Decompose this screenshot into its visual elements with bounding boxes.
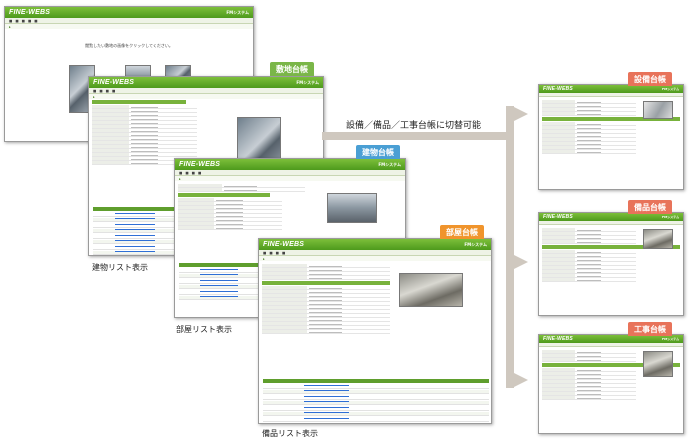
- system-name: FMシステム: [662, 87, 679, 91]
- app-logo: FINE-WEBS: [93, 79, 135, 86]
- construction-ledger-window: FINE-WEBS FMシステム: [538, 334, 684, 434]
- room-list[interactable]: [179, 263, 263, 300]
- window-header: FINE-WEBS FMシステム: [259, 239, 491, 250]
- building-photo: [327, 193, 377, 223]
- room-ledger-window: FINE-WEBS FMシステム ■ ■ ■ ■ ▸: [258, 238, 492, 424]
- building-list-caption: 建物リスト表示: [92, 263, 148, 272]
- window-header: FINE-WEBS FMシステム: [175, 159, 405, 170]
- system-name: FMシステム: [662, 215, 679, 219]
- window-header: FINE-WEBS FMシステム: [5, 7, 253, 18]
- switch-caption: 設備／備品／工事台帳に切替可能: [346, 121, 482, 131]
- app-logo: FINE-WEBS: [9, 9, 51, 16]
- app-logo: FINE-WEBS: [543, 214, 573, 220]
- room-list-caption: 部屋リスト表示: [176, 325, 232, 334]
- breadcrumb[interactable]: ▸: [259, 256, 491, 261]
- system-name: FMシステム: [226, 9, 249, 15]
- site-ledger-tag: 敷地台帳: [270, 62, 314, 76]
- window-header: FINE-WEBS FMシステム: [89, 77, 323, 88]
- building-list[interactable]: [93, 207, 181, 255]
- app-logo: FINE-WEBS: [543, 336, 573, 342]
- breadcrumb[interactable]: ▸: [89, 94, 323, 99]
- app-logo: FINE-WEBS: [179, 161, 221, 168]
- room-photo: [399, 273, 463, 307]
- building-ledger-tag: 建物台帳: [356, 145, 400, 159]
- breadcrumb[interactable]: ▸: [5, 24, 253, 29]
- system-name: FMシステム: [662, 337, 679, 341]
- fixture-ledger-window: FINE-WEBS FMシステム: [538, 212, 684, 316]
- system-name: FMシステム: [464, 241, 487, 247]
- app-logo: FINE-WEBS: [263, 241, 305, 248]
- select-site-message: 閲覧したい敷地の画像をクリックしてください。: [85, 43, 173, 48]
- system-name: FMシステム: [378, 161, 401, 167]
- fixture-list-caption: 備品リスト表示: [262, 429, 318, 438]
- system-name: FMシステム: [296, 79, 319, 85]
- fixture-ledger-tag: 備品台帳: [628, 200, 672, 214]
- fixture-list[interactable]: [263, 379, 489, 422]
- equipment-ledger-window: FINE-WEBS FMシステム: [538, 84, 684, 190]
- room-ledger-tag: 部屋台帳: [440, 225, 484, 239]
- equipment-ledger-tag: 設備台帳: [628, 72, 672, 86]
- construction-ledger-tag: 工事台帳: [628, 322, 672, 336]
- breadcrumb[interactable]: ▸: [175, 176, 405, 181]
- app-logo: FINE-WEBS: [543, 86, 573, 92]
